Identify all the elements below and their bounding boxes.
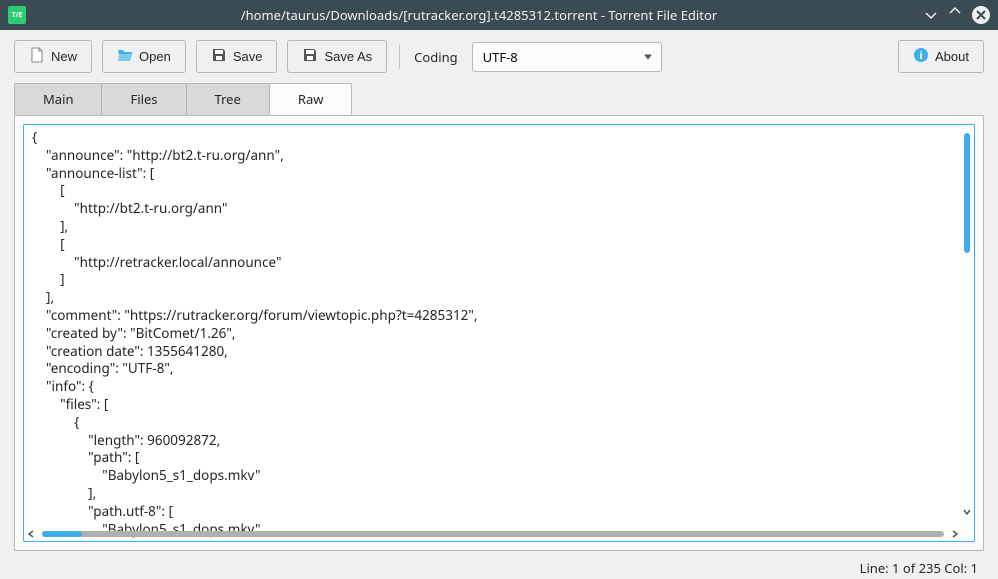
maximize-icon[interactable] [948, 6, 962, 24]
vertical-scrollbar[interactable] [960, 127, 974, 521]
tab-bar: Main Files Tree Raw [0, 83, 998, 115]
coding-select[interactable]: UTF-8 [472, 42, 662, 72]
cursor-position: Line: 1 of 235 Col: 1 [860, 559, 978, 577]
toolbar-separator [399, 45, 400, 69]
new-button[interactable]: New [14, 40, 92, 73]
save-button[interactable]: Save [196, 40, 278, 73]
app-icon [8, 6, 26, 24]
save-as-button[interactable]: Save As [287, 40, 387, 73]
content-area: { "announce": "http://bt2.t-ru.org/ann",… [14, 115, 984, 551]
save-as-label: Save As [324, 49, 372, 64]
horizontal-scrollbar-thumb[interactable] [42, 531, 82, 537]
tab-main[interactable]: Main [14, 83, 102, 115]
chevron-left-icon[interactable] [26, 525, 36, 543]
chevron-down-icon[interactable] [962, 503, 972, 521]
info-icon: i [913, 47, 929, 66]
tab-label: Main [43, 90, 73, 108]
titlebar: /home/taurus/Downloads/[rutracker.org].t… [0, 0, 998, 30]
save-as-icon [302, 47, 318, 66]
chevron-right-icon[interactable] [950, 525, 960, 543]
window-title: /home/taurus/Downloads/[rutracker.org].t… [34, 6, 924, 24]
save-icon [211, 47, 227, 66]
status-bar: Line: 1 of 235 Col: 1 [0, 557, 998, 579]
editor-content[interactable]: { "announce": "http://bt2.t-ru.org/ann",… [24, 125, 974, 541]
tab-raw[interactable]: Raw [269, 83, 353, 115]
horizontal-scrollbar-track[interactable] [42, 531, 944, 537]
file-icon [29, 47, 45, 66]
save-label: Save [233, 49, 263, 64]
svg-text:i: i [919, 50, 922, 62]
tab-label: Tree [215, 90, 241, 108]
open-label: Open [139, 49, 171, 64]
tab-tree[interactable]: Tree [186, 83, 270, 115]
tab-label: Files [130, 90, 157, 108]
new-label: New [51, 49, 77, 64]
about-label: About [935, 49, 969, 64]
coding-value: UTF-8 [483, 48, 518, 66]
folder-open-icon [117, 47, 133, 66]
raw-editor[interactable]: { "announce": "http://bt2.t-ru.org/ann",… [23, 124, 975, 542]
minimize-icon[interactable] [924, 6, 938, 24]
tab-files[interactable]: Files [101, 83, 186, 115]
toolbar: New Open Save Save As Coding UTF-8 i Abo… [0, 30, 998, 83]
open-button[interactable]: Open [102, 40, 186, 73]
tab-label: Raw [298, 90, 324, 108]
coding-label: Coding [414, 48, 457, 66]
about-button[interactable]: i About [898, 40, 984, 73]
vertical-scrollbar-thumb[interactable] [964, 133, 970, 253]
close-icon[interactable] [972, 6, 990, 24]
horizontal-scrollbar[interactable] [26, 527, 960, 541]
